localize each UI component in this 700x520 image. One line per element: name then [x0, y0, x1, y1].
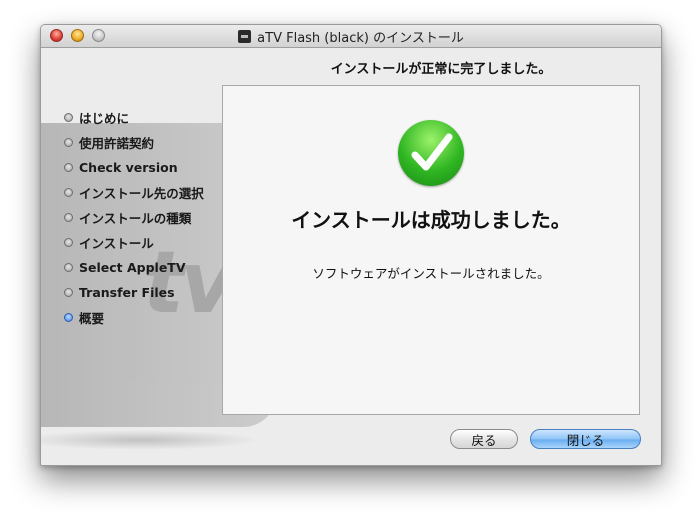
step-select-appletv: Select AppleTV	[64, 255, 204, 280]
close-button[interactable]: 閉じる	[530, 429, 641, 449]
step-label: インストール先の選択	[79, 186, 204, 201]
step-install-type: インストールの種類	[64, 205, 204, 230]
installer-window: aTV Flash (black) のインストール インストールが正常に完了しま…	[40, 24, 662, 466]
step-destination: インストール先の選択	[64, 180, 204, 205]
step-transfer-files: Transfer Files	[64, 280, 204, 305]
step-label: Transfer Files	[79, 285, 175, 300]
step-license: 使用許諾契約	[64, 130, 204, 155]
success-message: ソフトウェアがインストールされました。	[312, 266, 550, 281]
sidebar-shadow	[41, 430, 261, 450]
back-button[interactable]: 戻る	[450, 429, 518, 449]
step-bullet-icon	[64, 188, 73, 197]
window-title-group: aTV Flash (black) のインストール	[41, 25, 661, 47]
step-label: 使用許諾契約	[79, 136, 155, 151]
step-bullet-icon	[64, 263, 73, 272]
step-label: 概要	[79, 311, 105, 326]
window-title: aTV Flash (black) のインストール	[257, 30, 464, 46]
step-introduction: はじめに	[64, 105, 204, 130]
step-bullet-icon	[64, 238, 73, 247]
title-bar[interactable]: aTV Flash (black) のインストール	[41, 25, 661, 48]
content-panel: インストールは成功しました。 ソフトウェアがインストールされました。	[222, 85, 640, 415]
step-label: インストール	[79, 236, 154, 251]
step-bullet-icon	[64, 288, 73, 297]
active-step-bullet-icon	[64, 313, 73, 322]
checkmark-icon	[398, 120, 464, 186]
step-label: Select AppleTV	[79, 260, 186, 275]
step-label: Check version	[79, 160, 178, 175]
step-bullet-icon	[64, 113, 73, 122]
step-check-version: Check version	[64, 155, 204, 180]
page-heading: インストールが正常に完了しました。	[330, 62, 552, 77]
success-title: インストールは成功しました。	[291, 208, 571, 232]
step-label: インストールの種類	[79, 211, 192, 226]
step-summary: 概要	[64, 305, 204, 330]
step-bullet-icon	[64, 213, 73, 222]
app-icon	[238, 29, 252, 43]
step-bullet-icon	[64, 163, 73, 172]
installer-steps: はじめに 使用許諾契約 Check version インストール先の選択 インス…	[64, 105, 204, 330]
step-bullet-icon	[64, 138, 73, 147]
step-label: はじめに	[79, 111, 130, 126]
step-installation: インストール	[64, 230, 204, 255]
